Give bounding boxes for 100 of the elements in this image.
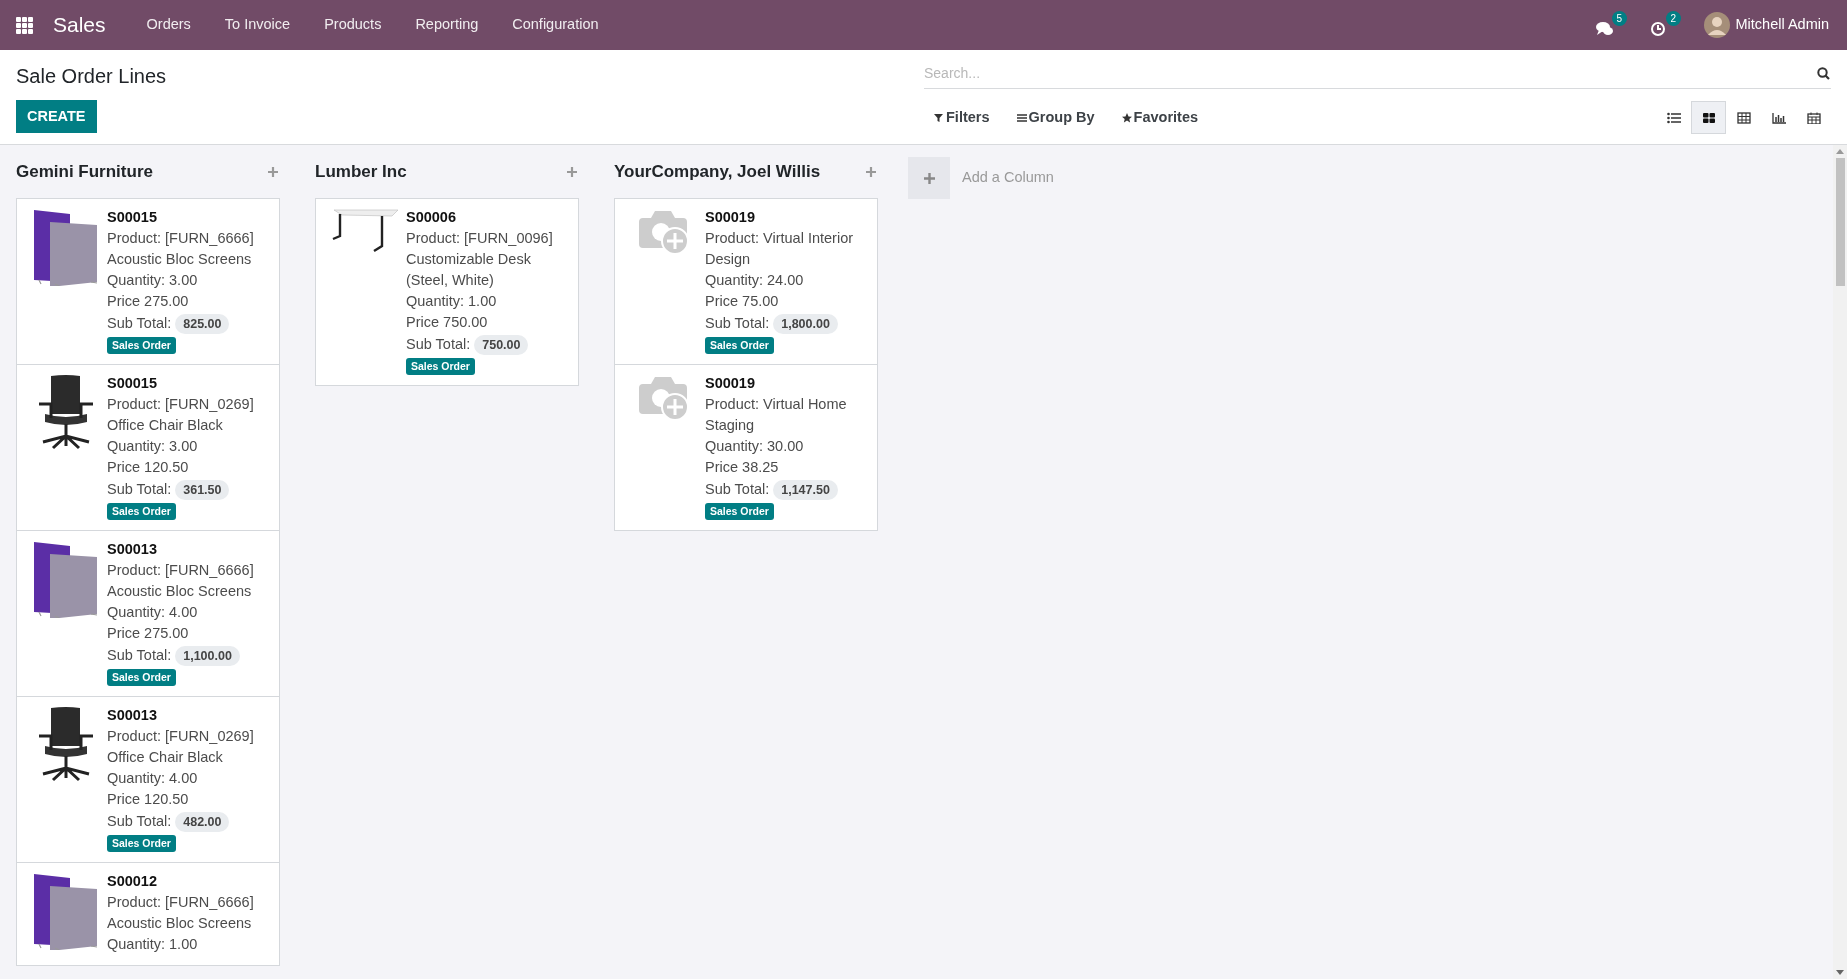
- count-badge: 5: [1611, 11, 1628, 26]
- filter-toggle[interactable]: Favorites: [1121, 106, 1199, 129]
- price-text: Price 38.25: [705, 458, 779, 477]
- menu-item[interactable]: Products: [307, 14, 399, 36]
- kanban-card[interactable]: S00015 Product: [FURN_0269] Office Chair Black Quantity: 3.00 Price 120.50 Sub Total: 361.50 Sales Order: [16, 364, 280, 531]
- chat-icon: [1595, 21, 1614, 37]
- product-name: Product: [FURN_6666] Acoustic Bloc Screens: [107, 561, 255, 601]
- kanban-card[interactable]: S00006 Product: [FURN_0096] Customizable Desk (Steel, White) Quantity: 1.00 Price 750.00 Sub Total: 750.00 Sales Order: [315, 198, 579, 386]
- column-title: Lumber Inc: [315, 161, 407, 184]
- bar-chart-icon: [1771, 111, 1786, 124]
- quantity-text: Quantity: 24.00: [705, 271, 804, 290]
- subtotal-value: 482.00: [175, 811, 230, 832]
- scrollbar-thumb[interactable]: [1835, 158, 1845, 286]
- scrollbar[interactable]: [1833, 145, 1847, 979]
- status-tag: Sales Order: [705, 337, 774, 354]
- price-text: Price 75.00: [705, 292, 779, 311]
- kanban-card[interactable]: S00015 Product: [FURN_6666] Acoustic Bloc Screens Quantity: 3.00 Price 275.00 Sub Total: 825.00 Sales Order: [16, 198, 280, 365]
- quantity-text: Quantity: 4.00: [107, 603, 198, 622]
- menu-item[interactable]: Configuration: [495, 14, 616, 36]
- product-name: Product: [FURN_0269] Office Chair Black: [107, 395, 255, 435]
- activities-button[interactable]: 2: [1649, 10, 1680, 40]
- search-input[interactable]: Search...: [924, 63, 1817, 84]
- subtotal-value: 825.00: [175, 313, 230, 334]
- price-text: Price 275.00: [107, 624, 189, 643]
- kanban-icon: [1701, 111, 1716, 124]
- filter-icon: [934, 112, 944, 123]
- subtotal-value: 1,100.00: [175, 645, 240, 666]
- subtotal-label: Sub Total:: [705, 314, 770, 333]
- user-menu[interactable]: Mitchell Admin: [1703, 12, 1829, 38]
- subtotal-label: Sub Total:: [406, 335, 471, 354]
- quantity-text: Quantity: 4.00: [107, 769, 198, 788]
- order-reference: S00019: [705, 208, 755, 227]
- menu-icon: [1016, 112, 1027, 123]
- status-tag: Sales Order: [107, 835, 176, 852]
- menu-item[interactable]: To Invoice: [207, 14, 308, 36]
- avatar-icon: [1703, 12, 1730, 38]
- plus-icon[interactable]: [866, 167, 876, 177]
- price-text: Price 275.00: [107, 292, 189, 311]
- product-name: Product: [FURN_6666] Acoustic Bloc Screens: [107, 893, 255, 933]
- plus-icon: [923, 172, 935, 184]
- price-text: Price 120.50: [107, 790, 189, 809]
- product-name: Product: Virtual Home Staging: [705, 395, 848, 435]
- kanban-card[interactable]: S00019 Product: Virtual Home Staging Quantity: 30.00 Price 38.25 Sub Total: 1,147.50 Sales Order: [614, 364, 878, 531]
- product-name: Product: [FURN_6666] Acoustic Bloc Screens: [107, 229, 255, 269]
- apps-menu-icon[interactable]: [16, 16, 33, 34]
- calendar-icon: [1806, 111, 1821, 124]
- product-name: Product: Virtual Interior Design: [705, 229, 855, 269]
- product-name: Product: [FURN_0269] Office Chair Black: [107, 727, 255, 767]
- plus-icon[interactable]: [268, 167, 278, 177]
- subtotal-value: 361.50: [175, 479, 230, 500]
- subtotal-label: Sub Total:: [107, 314, 172, 333]
- kanban-card[interactable]: S00013 Product: [FURN_6666] Acoustic Bloc Screens Quantity: 4.00 Price 275.00 Sub Total: 1,100.00 Sales Order: [16, 530, 280, 697]
- view-kanban-button[interactable]: [1691, 101, 1726, 134]
- quantity-text: Quantity: 30.00: [705, 437, 804, 456]
- table-icon: [1736, 111, 1751, 124]
- quantity-text: Quantity: 3.00: [107, 437, 198, 456]
- status-tag: Sales Order: [107, 503, 176, 520]
- column-title: YourCompany, Joel Willis: [614, 161, 821, 184]
- list-icon: [1666, 111, 1681, 124]
- status-tag: Sales Order: [406, 358, 475, 375]
- menu-item[interactable]: Reporting: [398, 14, 496, 36]
- app-title[interactable]: Sales: [53, 9, 106, 41]
- search-icon[interactable]: [1817, 67, 1830, 80]
- subtotal-value: 1,147.50: [773, 479, 838, 500]
- price-text: Price 120.50: [107, 458, 189, 477]
- filter-toggle[interactable]: Group By: [1016, 106, 1095, 129]
- kanban-card[interactable]: S00019 Product: Virtual Interior Design Quantity: 24.00 Price 75.00 Sub Total: 1,800.00 Sales Order: [614, 198, 878, 365]
- status-tag: Sales Order: [705, 503, 774, 520]
- order-reference: S00013: [107, 540, 157, 559]
- subtotal-label: Sub Total:: [107, 812, 172, 831]
- subtotal-value: 750.00: [474, 334, 529, 355]
- scroll-down-arrow-icon[interactable]: [1836, 970, 1844, 976]
- order-reference: S00015: [107, 208, 157, 227]
- order-reference: S00015: [107, 374, 157, 393]
- plus-icon[interactable]: [567, 167, 577, 177]
- subtotal-label: Sub Total:: [705, 480, 770, 499]
- kanban-card[interactable]: S00012 Product: [FURN_6666] Acoustic Bloc Screens Quantity: 1.00: [16, 862, 280, 966]
- menu-item[interactable]: Orders: [129, 14, 208, 36]
- status-tag: Sales Order: [107, 669, 176, 686]
- subtotal-value: 1,800.00: [773, 313, 838, 334]
- star-icon: [1121, 112, 1132, 123]
- filter-toggle[interactable]: Filters: [934, 106, 990, 129]
- quantity-text: Quantity: 1.00: [107, 935, 198, 954]
- order-reference: S00006: [406, 208, 456, 227]
- order-reference: S00013: [107, 706, 157, 725]
- kanban-card[interactable]: S00013 Product: [FURN_0269] Office Chair Black Quantity: 4.00 Price 120.50 Sub Total: 482.00 Sales Order: [16, 696, 280, 863]
- messages-button[interactable]: 5: [1595, 10, 1626, 40]
- order-reference: S00019: [705, 374, 755, 393]
- count-badge: 2: [1665, 11, 1682, 26]
- quantity-text: Quantity: 1.00: [406, 292, 497, 311]
- column-title: Gemini Furniture: [16, 161, 153, 184]
- quantity-text: Quantity: 3.00: [107, 271, 198, 290]
- clock-icon: [1649, 21, 1666, 37]
- order-reference: S00012: [107, 872, 157, 891]
- subtotal-label: Sub Total:: [107, 480, 172, 499]
- create-button[interactable]: CREATE: [16, 100, 97, 133]
- product-name: Product: [FURN_0096] Customizable Desk (Steel, White): [406, 229, 554, 290]
- status-tag: Sales Order: [107, 337, 176, 354]
- page-title: Sale Order Lines: [16, 64, 167, 89]
- price-text: Price 750.00: [406, 313, 488, 332]
